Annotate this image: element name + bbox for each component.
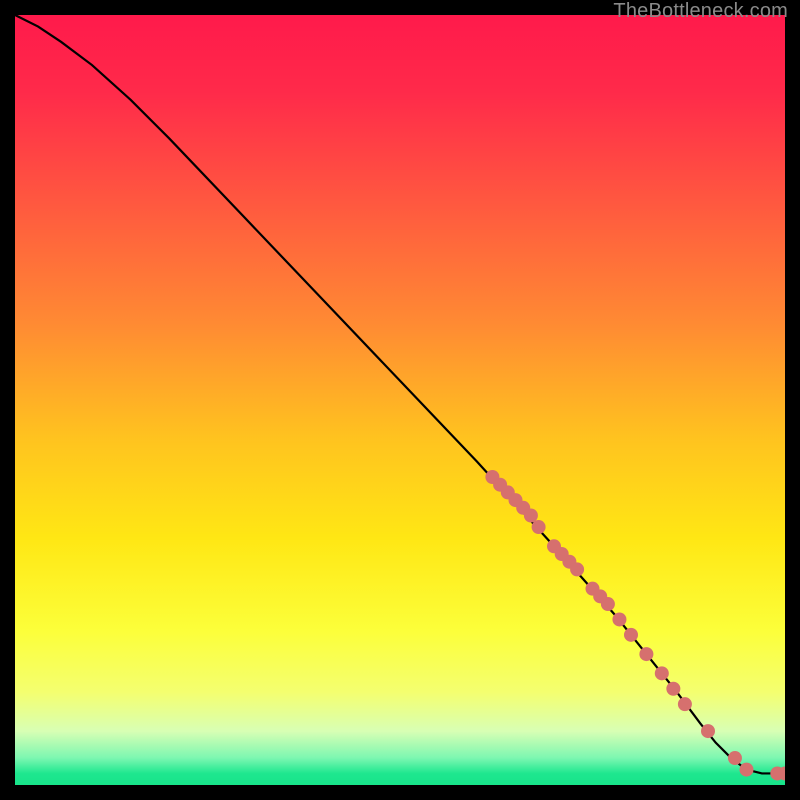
data-point [601,597,615,611]
data-point [524,509,538,523]
chart-svg [15,15,785,785]
data-point [655,666,669,680]
data-point [570,562,584,576]
data-point [639,647,653,661]
chart-frame [15,15,785,785]
data-point [612,612,626,626]
data-point [740,763,754,777]
data-point [701,724,715,738]
attribution-label: TheBottleneck.com [613,0,788,23]
data-point [624,628,638,642]
data-point [532,520,546,534]
data-point [728,751,742,765]
data-point [666,682,680,696]
gradient-background [15,15,785,785]
data-point [678,697,692,711]
